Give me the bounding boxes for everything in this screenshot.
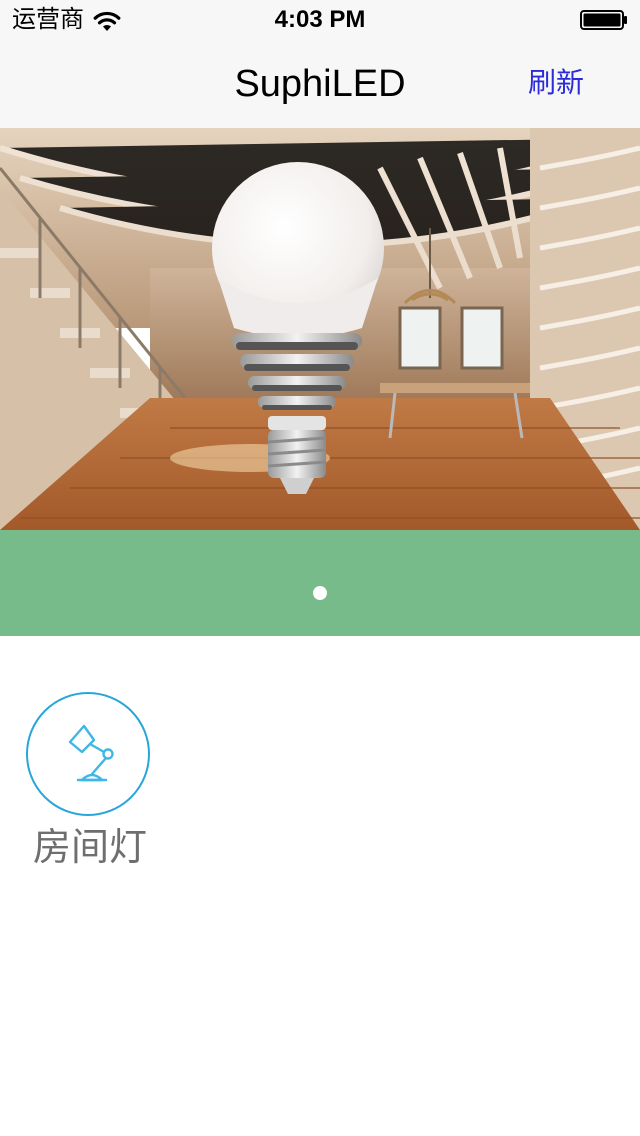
app-screen: 运营商 4:03 PM SuphiLED 刷新 房间灯	[0, 0, 640, 1136]
desk-lamp-icon	[68, 724, 114, 782]
status-bar: 运营商 4:03 PM	[0, 0, 640, 40]
navigation-bar: SuphiLED 刷新	[0, 40, 640, 128]
refresh-button[interactable]: 刷新	[528, 66, 584, 100]
clock-time: 4:03 PM	[274, 6, 366, 33]
led-bulb-room-illustration	[0, 128, 640, 530]
device-tile-room-light[interactable]: 房间灯	[26, 692, 156, 872]
device-icon-circle[interactable]	[26, 692, 150, 816]
device-label: 房间灯	[32, 827, 147, 869]
hero-banner-image[interactable]	[0, 128, 640, 530]
battery-full-icon	[580, 10, 628, 30]
page-indicator-dot-active[interactable]	[313, 586, 327, 600]
page-indicator-band	[0, 530, 640, 636]
